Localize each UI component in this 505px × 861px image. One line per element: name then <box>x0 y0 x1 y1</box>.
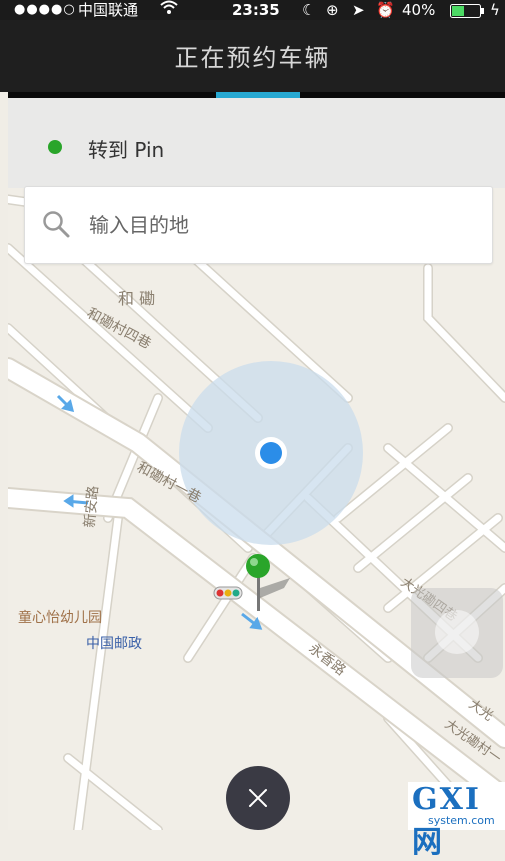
watermark-logo: GXI网 system.com <box>408 782 505 860</box>
charging-icon: ϟ <box>490 1 500 19</box>
map-label-china-post: 中国邮政 <box>86 636 142 652</box>
battery-percent: 40% <box>402 1 436 19</box>
locate-control[interactable] <box>411 588 503 678</box>
app-header: 正在预约车辆 <box>0 20 505 92</box>
location-arrow-icon: ➤ <box>352 1 365 19</box>
pin-status-dot <box>48 140 62 154</box>
page-title: 正在预约车辆 <box>174 44 331 72</box>
map-label-kindergarten: 童心怡幼儿园 <box>18 609 102 626</box>
destination-search-box[interactable] <box>24 186 493 264</box>
status-bar: ●●●●○ 中国联通 23:35 ☾ ⊕ ➤ ⏰ 40% ϟ <box>0 0 505 20</box>
moon-icon: ☾ <box>302 1 316 19</box>
watermark-logo-domain: system.com <box>428 814 495 827</box>
traffic-light-icon <box>213 586 243 600</box>
locate-icon <box>435 610 479 654</box>
go-to-pin-bar[interactable]: 转到 Pin <box>8 98 505 188</box>
close-icon <box>249 789 267 807</box>
rotation-lock-icon: ⊕ <box>326 1 339 19</box>
map-label-hekan: 和 磡 <box>118 289 155 308</box>
go-to-pin-label: 转到 Pin <box>88 138 165 162</box>
clock-time: 23:35 <box>232 1 280 19</box>
map-label-xinan-road: 新安路 <box>82 485 102 528</box>
wifi-icon <box>160 0 178 21</box>
current-location-dot <box>260 442 282 464</box>
search-icon <box>41 209 71 239</box>
alarm-icon: ⏰ <box>376 1 395 19</box>
cancel-reservation-button[interactable] <box>226 766 290 830</box>
destination-input[interactable] <box>87 207 471 243</box>
carrier-name: 中国联通 <box>78 1 139 19</box>
signal-strength: ●●●●○ <box>14 2 76 17</box>
